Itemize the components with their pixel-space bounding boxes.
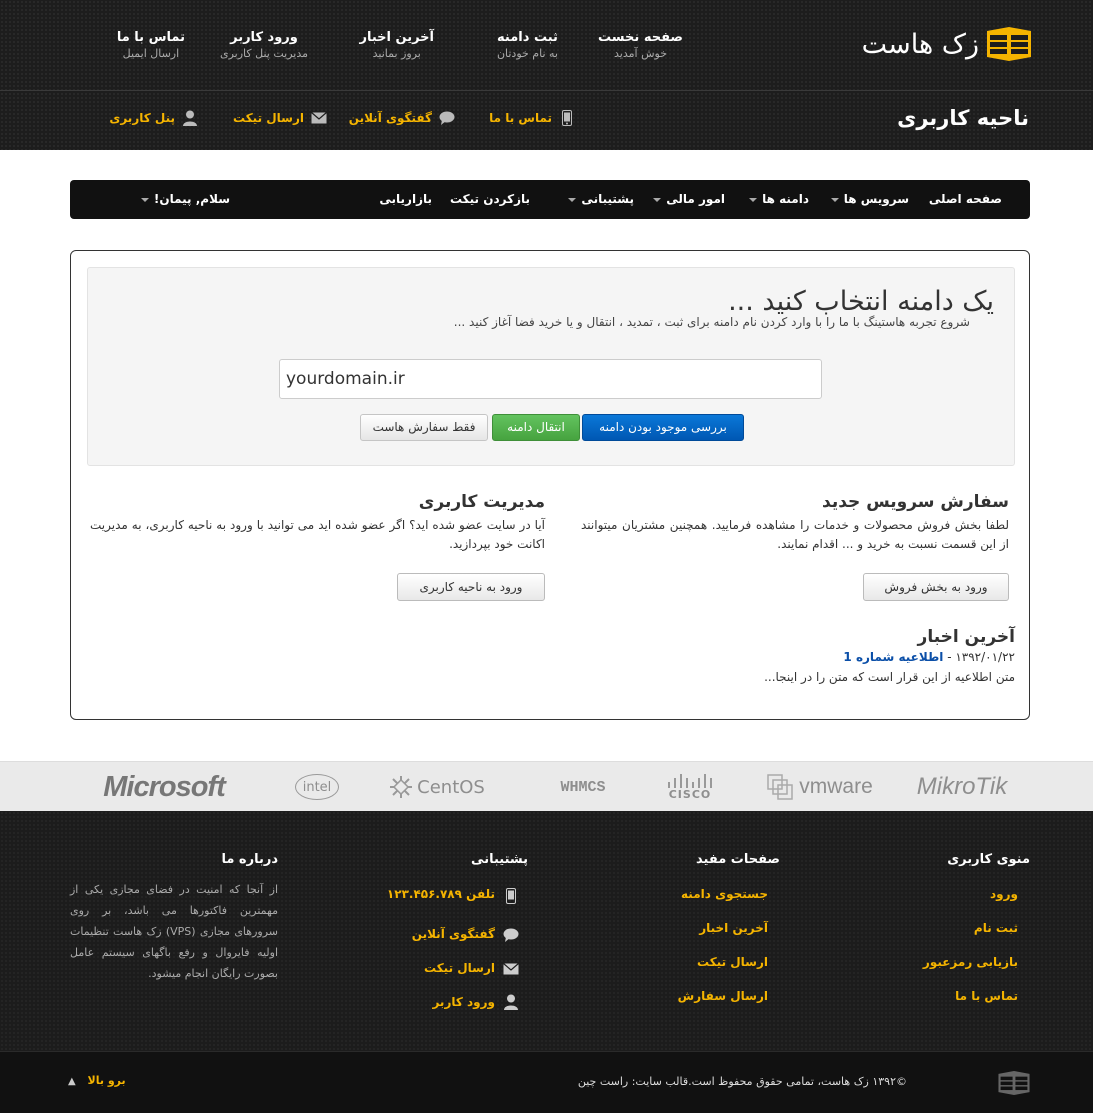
page-title: ناحیه کاربری: [897, 106, 1029, 130]
footer-link-news[interactable]: آخرین اخبار: [699, 921, 768, 935]
nav-services[interactable]: سرویس ها: [830, 180, 909, 219]
logo[interactable]: زک هاست: [862, 24, 1031, 64]
nav-billing[interactable]: امور مالی: [653, 180, 725, 219]
check-availability-button[interactable]: بررسی موجود بودن دامنه: [582, 414, 744, 441]
footer-about-text: از آنجا که امنیت در فضای مجازی یکی از مه…: [70, 883, 278, 980]
hero-subtitle: شروع تجربه هاستینگ با ما را با وارد کردن…: [453, 315, 970, 329]
copyright-text: ©۱۳۹۲ زک هاست، تمامی حقوق محفوظ است.قالب…: [577, 1075, 907, 1088]
quicklink-send-ticket[interactable]: ارسال تیکت: [233, 110, 328, 126]
centos-star-icon: [390, 776, 413, 798]
caret-down-icon: [140, 197, 149, 202]
footer-link-ticket-support[interactable]: ارسال تیکت: [424, 961, 495, 975]
top-header: زک هاست صفحه نخست خوش آمدید ثبت دامنه به…: [0, 0, 1093, 150]
footer-link-user-login[interactable]: ورود کاربر: [432, 995, 495, 1009]
news-item: ۱۳۹۲/۰۱/۲۲ - اطلاعیه شماره 1: [843, 650, 1015, 664]
news-text: متن اطلاعیه از این قرار است که متن را در…: [764, 670, 1015, 684]
footer-user-menu-title: منوی کاربری: [947, 852, 1030, 867]
footer-link-domain-search[interactable]: جستجوی دامنه: [681, 887, 768, 901]
domain-input[interactable]: [279, 359, 822, 399]
nav-open-ticket[interactable]: بازکردن تیکت: [450, 180, 530, 219]
footer-link-ticket[interactable]: ارسال تیکت: [697, 955, 768, 969]
topnav-register-domain[interactable]: ثبت دامنه به نام خودتان: [497, 30, 558, 60]
nav-affiliates[interactable]: بازاریابی: [379, 180, 432, 219]
footer-support-title: پشتیبانی: [471, 852, 528, 867]
brand-name: زک هاست: [861, 28, 979, 60]
header-divider: [0, 90, 1093, 91]
footer-link-order[interactable]: ارسال سفارش: [678, 989, 768, 1003]
user-icon: [503, 994, 519, 1010]
mikrotik-logo: MikroTik: [916, 773, 1008, 800]
caret-down-icon: [830, 197, 839, 202]
caret-down-icon: [653, 197, 662, 202]
cisco-bars-icon: [668, 773, 712, 788]
back-to-top-link[interactable]: برو بالا ▲: [68, 1074, 126, 1087]
topnav-user-login[interactable]: ورود کاربر مدیریت پنل کاربری: [220, 30, 308, 60]
user-icon: [181, 110, 199, 126]
server-logo-icon: [987, 27, 1031, 61]
bottom-bar: ©۱۳۹۲ زک هاست، تمامی حقوق محفوظ است.قالب…: [0, 1051, 1093, 1113]
news-link[interactable]: اطلاعیه شماره 1: [843, 650, 943, 664]
vmware-squares-icon: [767, 774, 793, 800]
quicklink-live-chat[interactable]: گفتگوی آنلاین: [349, 110, 456, 126]
microsoft-logo: Microsoft: [103, 770, 226, 803]
order-enter-button[interactable]: ورود به بخش فروش: [863, 573, 1009, 601]
account-section-title: مدیریت کاربری: [418, 492, 545, 512]
intel-logo: intel: [292, 762, 342, 812]
news-date: ۱۳۹۲/۰۱/۲۲ -: [943, 650, 1015, 664]
nav-support[interactable]: پشتیبانی: [568, 180, 634, 219]
footer: منوی کاربری ورود ثبت نام بازیابی رمزعبور…: [0, 811, 1093, 1051]
arrow-up-icon: ▲: [68, 1076, 76, 1087]
topnav-home[interactable]: صفحه نخست خوش آمدید: [598, 30, 683, 60]
account-enter-button[interactable]: ورود به ناحیه کاربری: [397, 573, 545, 601]
footer-about-title: درباره ما: [221, 852, 278, 867]
partner-logos-bar: MikroTik vmware CISCO WHMCS CentOS intel…: [0, 761, 1093, 811]
nav-home[interactable]: صفحه اصلی: [929, 180, 1002, 219]
mobile-icon: [558, 110, 576, 126]
footer-link-login[interactable]: ورود: [990, 887, 1018, 901]
caret-down-icon: [568, 197, 577, 202]
envelope-icon: [503, 961, 519, 977]
order-section-title: سفارش سرویس جدید: [822, 492, 1009, 512]
server-logo-icon: [998, 1071, 1030, 1095]
mobile-icon: [503, 888, 519, 904]
footer-link-contact[interactable]: تماس با ما: [955, 989, 1018, 1003]
account-section-text: آیا در سایت عضو شده اید؟ اگر عضو شده اید…: [90, 518, 545, 551]
footer-link-register[interactable]: ثبت نام: [974, 921, 1018, 935]
nav-user-greeting[interactable]: سلام, پیمان!: [140, 180, 230, 219]
topnav-latest-news[interactable]: آخرین اخبار بروز بمانید: [359, 30, 434, 60]
cisco-logo: CISCO: [660, 762, 720, 812]
topnav-contact[interactable]: تماس با ما ارسال ایمیل: [117, 30, 185, 60]
quicklink-user-panel[interactable]: پنل کاربری: [109, 110, 199, 126]
vmware-logo: vmware: [760, 762, 880, 812]
transfer-domain-button[interactable]: انتقال دامنه: [492, 414, 580, 441]
hero-title: یک دامنه انتخاب کنید ...: [728, 286, 994, 317]
main-nav: صفحه اصلی سرویس ها دامنه ها امور مالی پش…: [70, 180, 1030, 219]
centos-logo: CentOS: [385, 762, 489, 812]
chat-bubble-icon: [438, 110, 456, 126]
caret-down-icon: [749, 197, 758, 202]
order-section-text: لطفا بخش فروش محصولات و خدمات را مشاهده …: [581, 518, 1009, 551]
envelope-icon: [310, 110, 328, 126]
footer-link-password-reset[interactable]: بازیابی رمزعبور: [923, 955, 1018, 969]
domain-search-hero: یک دامنه انتخاب کنید ... شروع تجربه هاست…: [87, 267, 1015, 466]
content-box: یک دامنه انتخاب کنید ... شروع تجربه هاست…: [70, 250, 1030, 720]
chat-bubble-icon: [503, 927, 519, 943]
footer-useful-pages-title: صفحات مفید: [696, 852, 780, 867]
footer-link-phone[interactable]: تلفن ۱۲۳.۴۵۶.۷۸۹: [387, 887, 495, 901]
news-title: آخرین اخبار: [917, 627, 1015, 647]
quicklink-contact[interactable]: تماس با ما: [489, 110, 576, 126]
footer-link-live-chat[interactable]: گفتگوی آنلاین: [412, 927, 495, 941]
whmcs-logo: WHMCS: [560, 778, 606, 796]
nav-domains[interactable]: دامنه ها: [749, 180, 809, 219]
hosting-only-button[interactable]: فقط سفارش هاست: [360, 414, 488, 441]
